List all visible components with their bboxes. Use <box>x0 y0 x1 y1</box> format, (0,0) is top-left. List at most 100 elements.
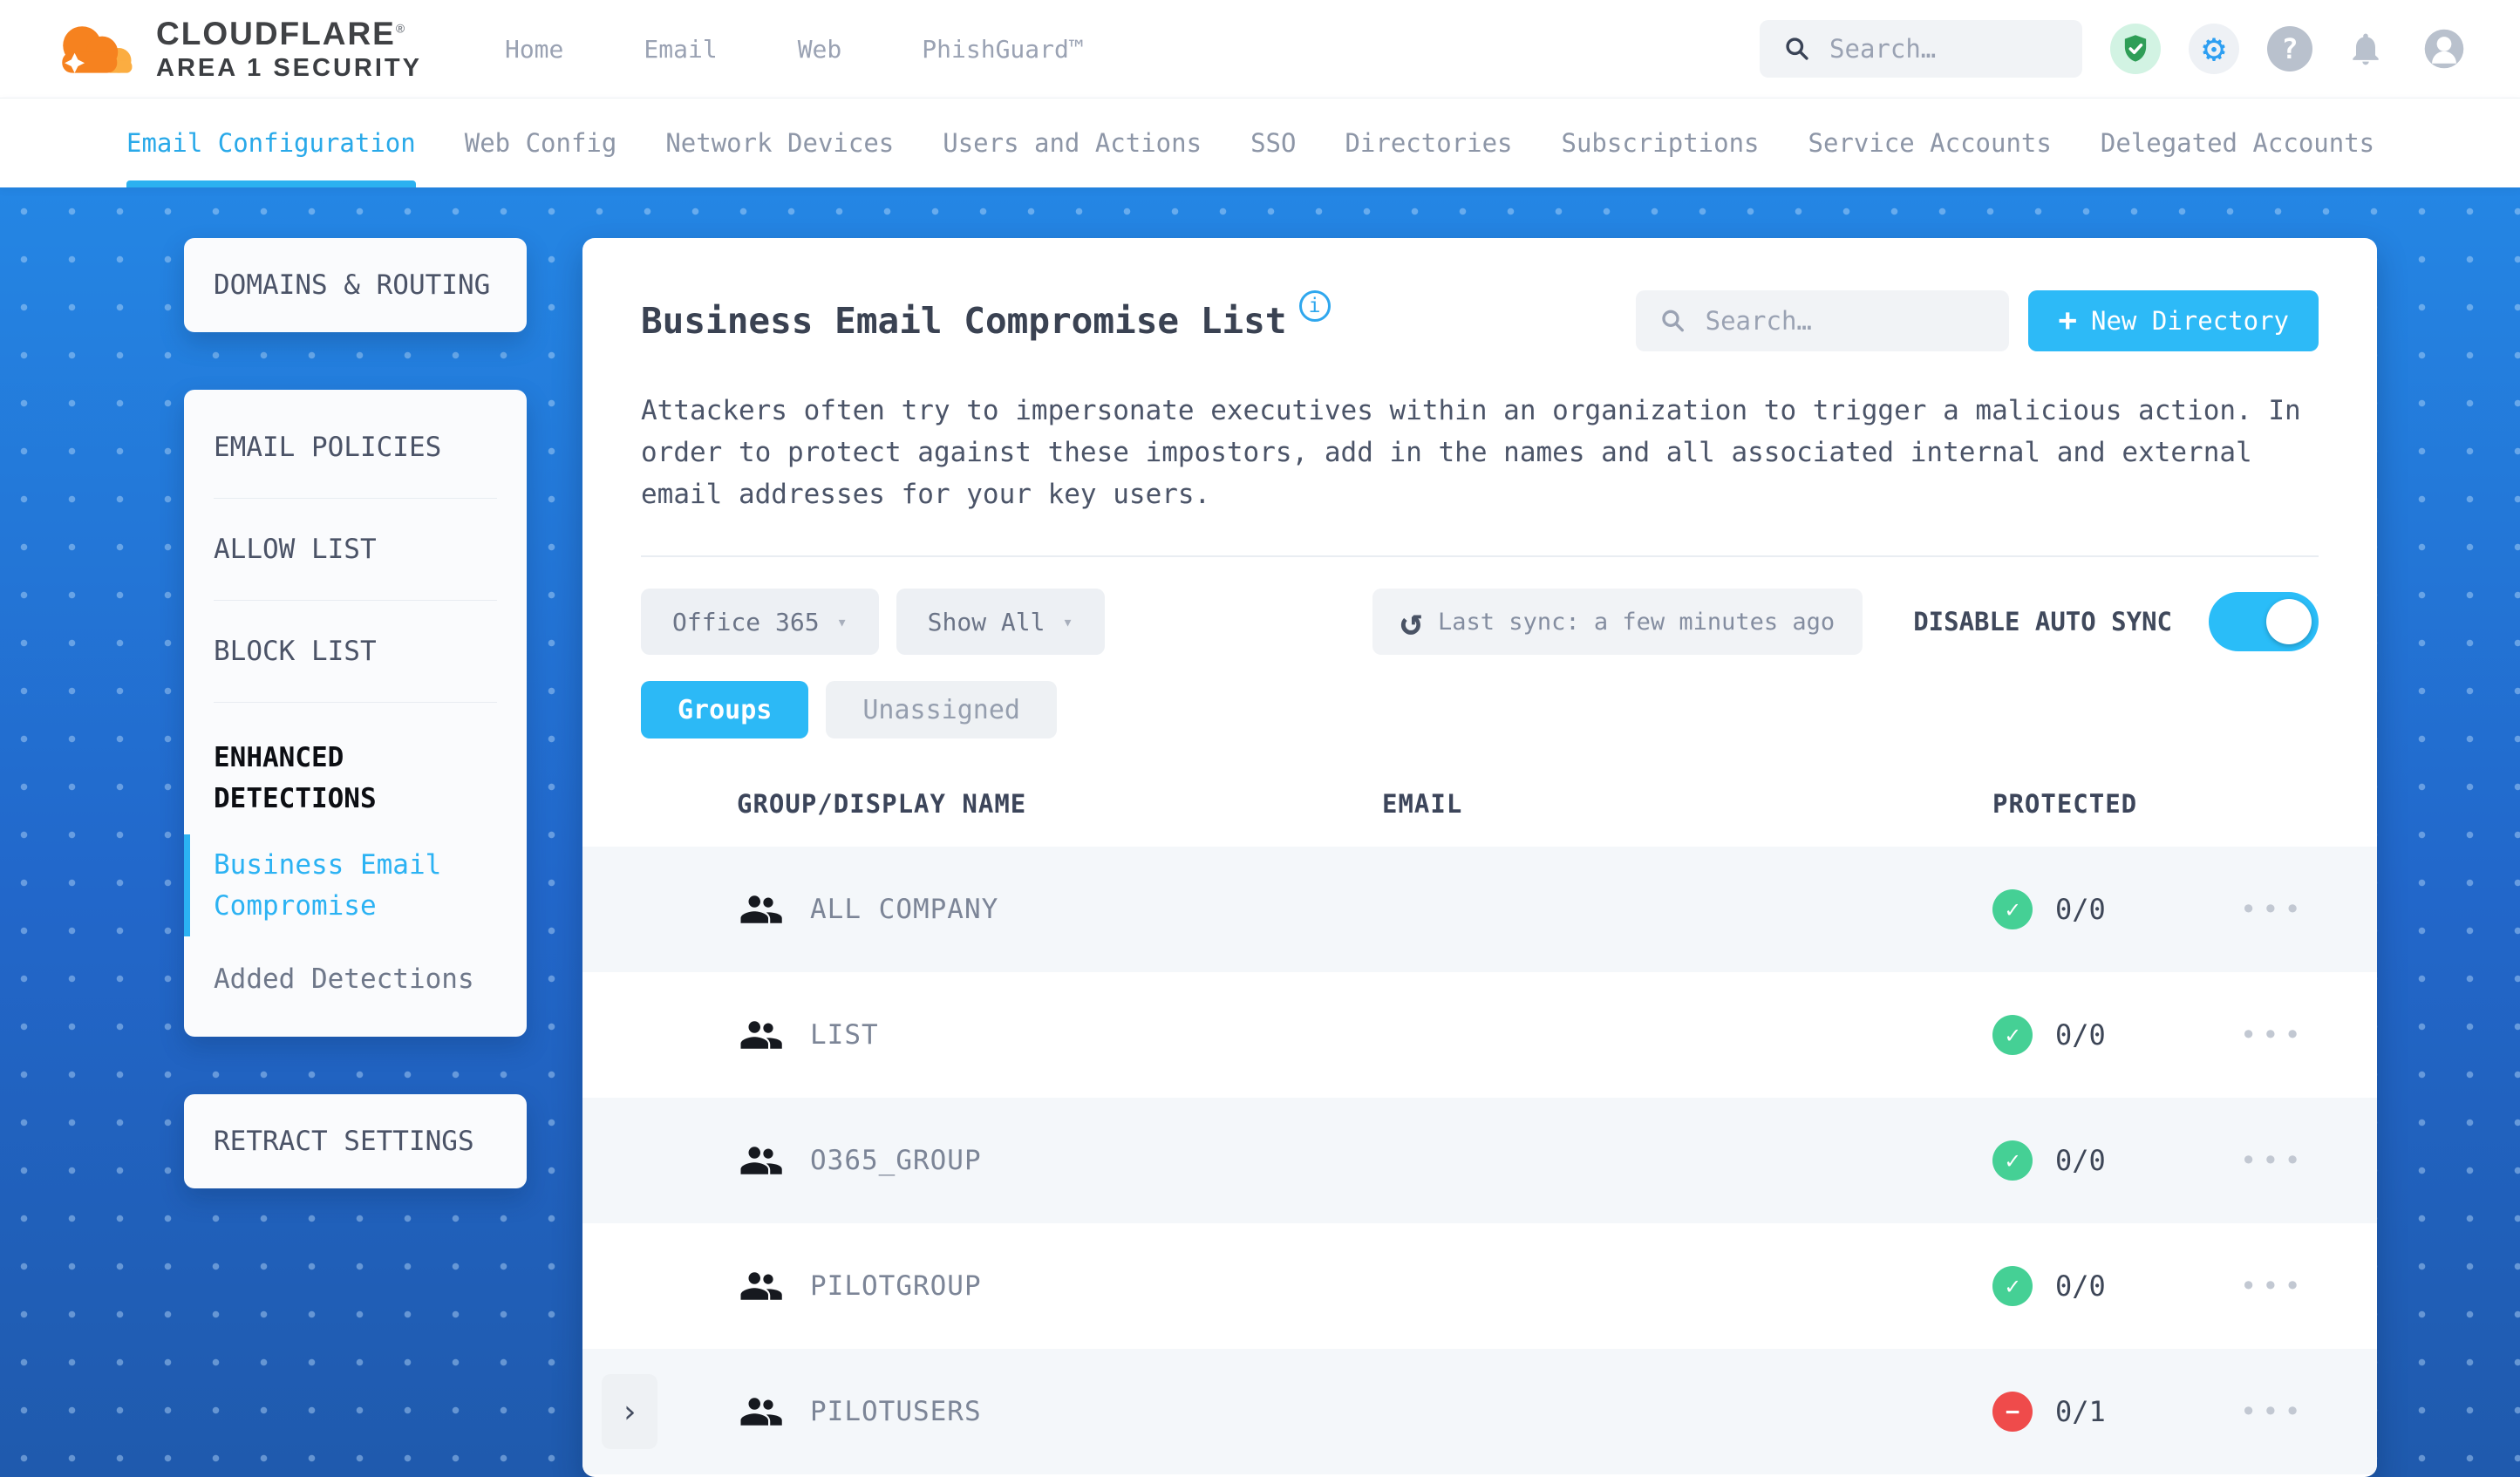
tab-web-config[interactable]: Web Config <box>465 99 617 187</box>
sidebar-item-retract-settings[interactable]: RETRACT SETTINGS <box>184 1093 527 1188</box>
sidebar-item-block-list[interactable]: BLOCK LIST <box>214 601 497 703</box>
tab-email-configuration[interactable]: Email Configuration <box>126 99 416 187</box>
directory-search-input[interactable] <box>1705 306 1985 336</box>
show-filter-select[interactable]: Show All ▾ <box>896 589 1105 656</box>
group-icon <box>740 1021 782 1049</box>
nav-home[interactable]: Home <box>505 35 563 64</box>
tab-directories[interactable]: Directories <box>1345 99 1512 187</box>
sidebar-item-business-email-compromise[interactable]: Business Email Compromise <box>184 834 497 936</box>
cloudflare-cloud-icon <box>62 26 133 73</box>
table-row[interactable]: › PILOTUSERS − 0/1 ••• <box>582 1349 2377 1475</box>
protected-count: 0/0 <box>2055 1269 2106 1303</box>
row-label: PILOTGROUP <box>810 1270 982 1303</box>
table-row[interactable]: › ALL COMPANY ✓ 0/0 ••• <box>582 847 2377 973</box>
expand-chevron-icon: › <box>620 1393 639 1430</box>
help-button[interactable]: ? <box>2267 26 2312 71</box>
column-header-protected: PROTECTED <box>1992 789 2138 820</box>
show-filter-value: Show All <box>927 607 1045 636</box>
plus-icon: + <box>2058 303 2078 338</box>
shield-check-icon <box>2124 35 2147 62</box>
protection-status-button[interactable] <box>2110 24 2161 74</box>
nav-phishguard[interactable]: PhishGuard™ <box>922 35 1083 64</box>
tab-service-accounts[interactable]: Service Accounts <box>1808 99 2052 187</box>
sidebar-item-enhanced-detections[interactable]: ENHANCED DETECTIONS <box>214 703 497 834</box>
row-menu-icon[interactable]: ••• <box>2210 893 2377 926</box>
table-body: › ALL COMPANY ✓ 0/0 ••• › LIST ✓ 0/0 <box>582 847 2377 1475</box>
tab-users-and-actions[interactable]: Users and Actions <box>943 99 1202 187</box>
brand-line1: CLOUDFLARE® <box>156 15 407 51</box>
auto-sync-label: DISABLE AUTO SYNC <box>1913 607 2172 637</box>
account-button[interactable] <box>2419 24 2469 74</box>
protected-count: 0/0 <box>2055 1144 2106 1178</box>
table-row[interactable]: › LIST ✓ 0/0 ••• <box>582 972 2377 1098</box>
brand-line2: AREA 1 SECURITY <box>156 53 422 82</box>
main-panel: Business Email Compromise List i + New D… <box>582 238 2377 1477</box>
column-header-name: GROUP/DISPLAY NAME <box>737 789 1027 820</box>
directory-select[interactable]: Office 365 ▾ <box>641 589 879 656</box>
caret-down-icon: ▾ <box>1062 611 1073 633</box>
question-icon: ? <box>2281 32 2299 65</box>
auto-sync-toggle[interactable] <box>2209 592 2319 652</box>
last-sync-text: Last sync: a few minutes ago <box>1438 608 1836 636</box>
global-search[interactable] <box>1760 20 2082 78</box>
top-nav: Home Email Web PhishGuard™ <box>505 35 1084 64</box>
directory-search[interactable] <box>1636 290 2010 351</box>
protected-badge: ✓ <box>1992 1266 2033 1307</box>
refresh-icon: ↺ <box>1400 600 1423 643</box>
info-icon[interactable]: i <box>1298 290 1331 322</box>
nav-web[interactable]: Web <box>798 35 842 64</box>
divider <box>641 555 2319 558</box>
group-icon <box>740 1147 782 1174</box>
row-menu-icon[interactable]: ••• <box>2210 1018 2377 1052</box>
row-menu-icon[interactable]: ••• <box>2210 1269 2377 1303</box>
table-row[interactable]: › O365_GROUP ✓ 0/0 ••• <box>582 1098 2377 1224</box>
table-row[interactable]: › PILOTGROUP ✓ 0/0 ••• <box>582 1223 2377 1349</box>
tab-delegated-accounts[interactable]: Delegated Accounts <box>2101 99 2374 187</box>
protected-badge: − <box>1992 1392 2033 1433</box>
sidebar-policies-card: EMAIL POLICIES ALLOW LIST BLOCK LIST ENH… <box>184 390 527 1037</box>
tab-subscriptions[interactable]: Subscriptions <box>1562 99 1760 187</box>
config-nav: Email Configuration Web Config Network Dev… <box>0 98 2520 187</box>
nav-email[interactable]: Email <box>644 35 717 64</box>
tab-unassigned[interactable]: Unassigned <box>826 681 1057 739</box>
header-right-cluster: ⚙ ? <box>1760 20 2520 78</box>
page-title: Business Email Compromise List <box>641 300 1287 342</box>
sidebar-item-domains-routing[interactable]: DOMAINS & ROUTING <box>184 238 527 332</box>
tab-groups[interactable]: Groups <box>641 681 809 739</box>
row-menu-icon[interactable]: ••• <box>2210 1144 2377 1177</box>
group-icon <box>740 1398 782 1426</box>
row-label: PILOTUSERS <box>810 1396 982 1428</box>
row-menu-icon[interactable]: ••• <box>2210 1395 2377 1428</box>
cloudflare-brand[interactable]: CLOUDFLARE® AREA 1 SECURITY <box>49 16 422 83</box>
settings-button[interactable]: ⚙ <box>2189 24 2239 74</box>
user-icon <box>2424 29 2464 69</box>
sidebar-item-allow-list[interactable]: ALLOW LIST <box>214 499 497 601</box>
sidebar-label: RETRACT SETTINGS <box>214 1125 474 1157</box>
row-expand-button[interactable]: › <box>602 1374 657 1450</box>
new-directory-label: New Directory <box>2091 306 2289 336</box>
sidebar-item-email-policies[interactable]: EMAIL POLICIES <box>214 397 497 499</box>
title-row: Business Email Compromise List i + New D… <box>641 290 2319 351</box>
search-icon <box>1662 310 1685 332</box>
view-tabs: Groups Unassigned <box>641 681 2319 739</box>
sidebar-item-added-detections[interactable]: Added Detections <box>214 936 497 1007</box>
tab-network-devices[interactable]: Network Devices <box>665 99 894 187</box>
global-search-input[interactable] <box>1829 34 2058 64</box>
protected-count: 0/1 <box>2055 1395 2106 1429</box>
protected-badge: ✓ <box>1992 1015 2033 1056</box>
gear-icon: ⚙ <box>2202 26 2226 71</box>
protected-badge: ✓ <box>1992 1140 2033 1181</box>
search-icon <box>1786 37 1808 60</box>
toggle-knob <box>2266 599 2312 645</box>
tab-sso[interactable]: SSO <box>1250 99 1296 187</box>
column-header-email: EMAIL <box>1382 789 1463 820</box>
notifications-button[interactable] <box>2340 24 2391 74</box>
caret-down-icon: ▾ <box>836 611 848 633</box>
row-label: ALL COMPANY <box>810 894 999 926</box>
page-background: DOMAINS & ROUTING EMAIL POLICIES ALLOW L… <box>0 187 2520 1477</box>
controls-row: Office 365 ▾ Show All ▾ ↺ Last sync: a f… <box>641 589 2319 656</box>
last-sync-button[interactable]: ↺ Last sync: a few minutes ago <box>1372 589 1863 656</box>
new-directory-button[interactable]: + New Directory <box>2028 290 2319 351</box>
page-description: Attackers often try to impersonate execu… <box>641 395 2301 511</box>
row-label: LIST <box>810 1019 879 1052</box>
